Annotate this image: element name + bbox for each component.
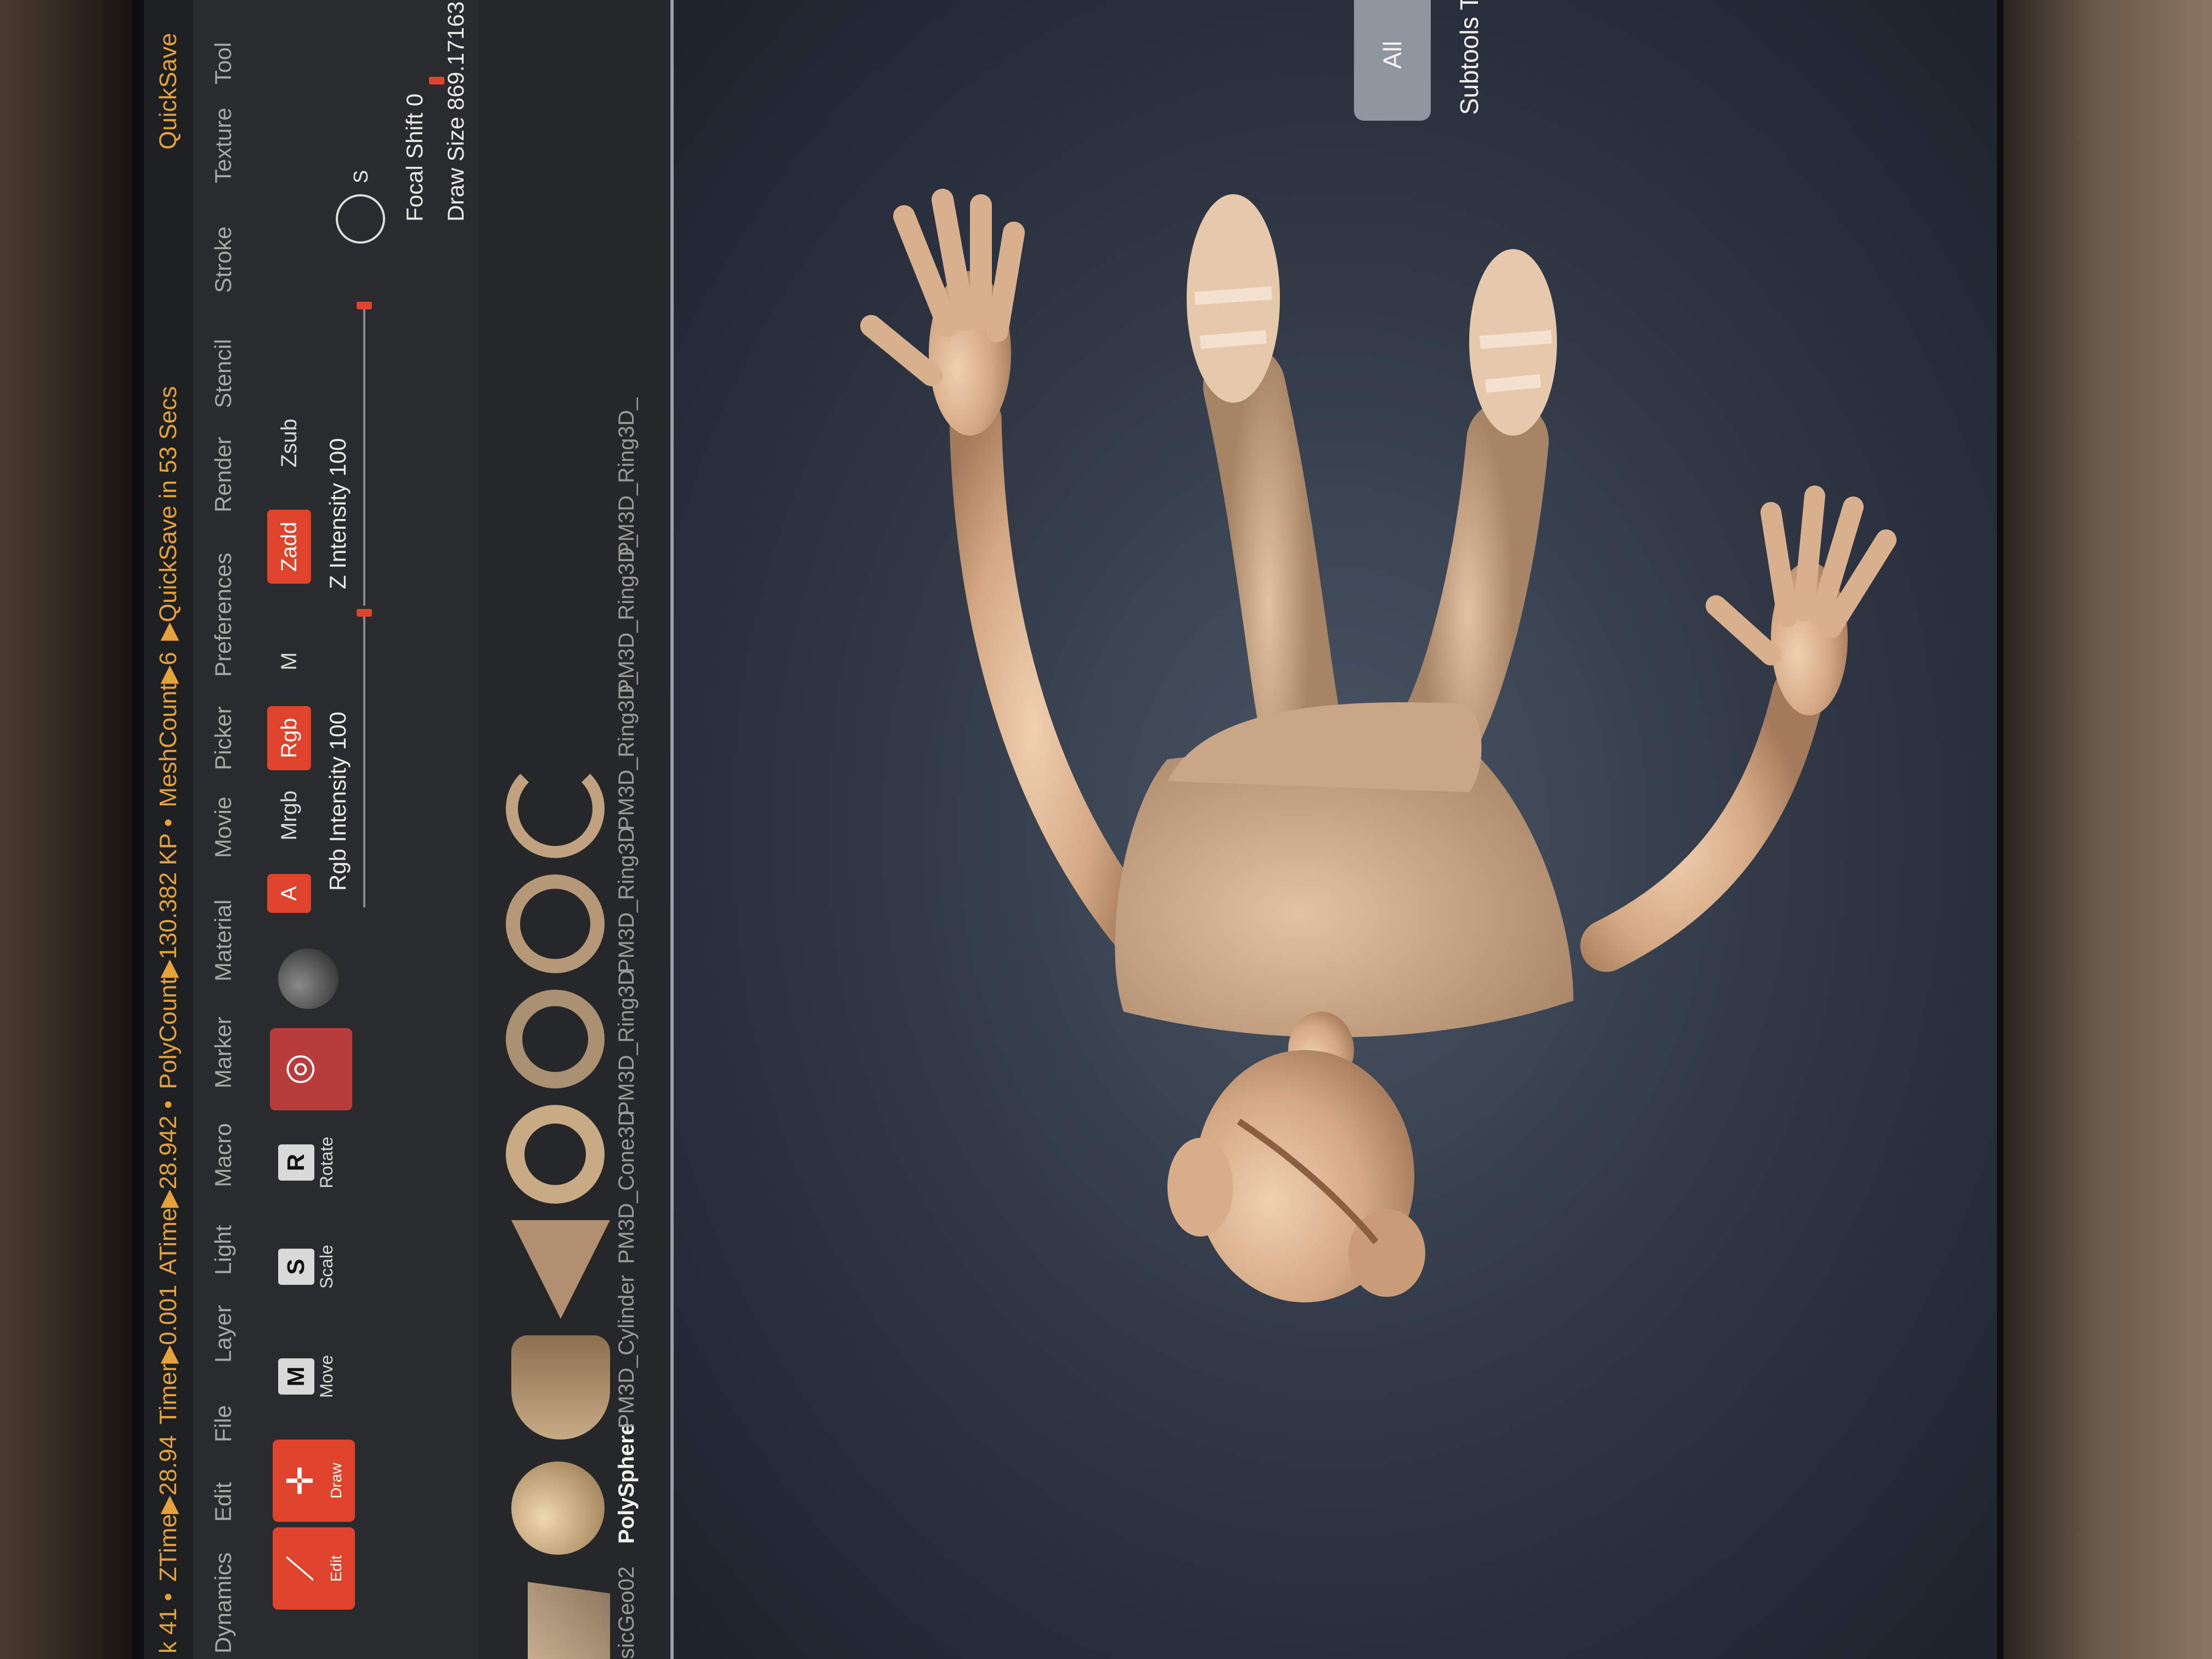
rgb-toggle[interactable]: Rgb xyxy=(267,706,311,770)
edit-label: Edit xyxy=(328,1555,345,1582)
ring-thumbnail-3[interactable] xyxy=(506,874,605,973)
scale-icon: S xyxy=(278,1249,314,1285)
s-label: S xyxy=(349,170,372,183)
lightbox-icon[interactable] xyxy=(336,194,385,244)
mrgb-toggle[interactable]: Mrgb xyxy=(267,778,311,853)
menu-macro[interactable]: Macro xyxy=(193,1123,253,1187)
cone-thumbnail[interactable] xyxy=(511,1220,610,1319)
move-icon: M xyxy=(278,1358,314,1395)
menu-material[interactable]: Material xyxy=(193,900,253,981)
menu-marker[interactable]: Marker xyxy=(193,1017,253,1088)
subtool-name[interactable]: PM3D_Ring3D xyxy=(605,827,648,973)
scale-label: Scale xyxy=(317,1244,336,1289)
rotate-mode-button[interactable]: R Rotate xyxy=(273,1121,355,1204)
menu-picker[interactable]: Picker xyxy=(193,706,253,770)
menu-movie[interactable]: Movie xyxy=(193,797,253,858)
rgb-intensity-slider[interactable] xyxy=(363,611,365,907)
sculpted-character xyxy=(860,189,1897,1302)
polysphere-thumbnail[interactable] xyxy=(511,1462,605,1555)
menu-render[interactable]: Render xyxy=(193,437,253,512)
status-timer: Timer▶0.001 xyxy=(155,1284,182,1425)
ring-thumbnail-4[interactable] xyxy=(506,759,605,858)
subtool-name[interactable]: PM3D_Ring3D_ xyxy=(605,672,648,831)
draw-icon: ✛ xyxy=(280,1465,320,1496)
z-intensity-label: Z Intensity 100 xyxy=(325,438,351,589)
focal-shift-knob[interactable] xyxy=(429,77,444,84)
menu-light[interactable]: Light xyxy=(193,1225,253,1275)
draw-mode-button[interactable]: ✛ Draw xyxy=(273,1440,355,1522)
canvas-viewport[interactable]: All Subtools T xyxy=(670,0,1997,1659)
zsub-toggle[interactable]: Zsub xyxy=(267,407,311,479)
draw-size-label: Draw Size 869.17163 xyxy=(443,1,469,222)
all-subtools-button[interactable]: All Subtools T xyxy=(1354,0,1483,121)
status-ztime: ZTime▶28.94 xyxy=(155,1435,182,1582)
brush-button[interactable]: ◎ xyxy=(270,1028,352,1110)
brush-icon: ◎ xyxy=(277,1053,318,1085)
a-toggle[interactable]: A xyxy=(267,874,311,913)
subtool-name[interactable]: PM3D_Ring3D_ xyxy=(605,398,648,556)
rotate-icon: R xyxy=(278,1144,314,1181)
z-intensity-knob[interactable] xyxy=(357,302,372,309)
z-intensity-slider[interactable] xyxy=(363,304,365,606)
room-background-right xyxy=(2004,0,2212,1659)
menu-tool[interactable]: Tool xyxy=(193,42,253,84)
cylinder-thumbnail[interactable] xyxy=(511,1335,610,1440)
focal-shift-label: Focal Shift 0 xyxy=(402,93,427,222)
menu-edit[interactable]: Edit xyxy=(193,1482,253,1522)
status-item: k 41 • xyxy=(155,1593,182,1654)
menu-texture[interactable]: Texture xyxy=(193,108,253,183)
subtool-names: sicGeo02 PolySphere PM3D_Cylinder PM3D_C… xyxy=(605,0,648,1659)
quicksave-button[interactable]: QuickSave xyxy=(144,33,193,150)
scale-mode-button[interactable]: S Scale xyxy=(273,1226,355,1308)
menu-file[interactable]: File xyxy=(193,1405,253,1442)
menu-stencil[interactable]: Stencil xyxy=(193,339,253,408)
menu-dynamics[interactable]: Dynamics xyxy=(193,1553,253,1654)
edit-mode-button[interactable]: ⟋ Edit xyxy=(273,1527,355,1610)
move-mode-button[interactable]: M Move xyxy=(273,1335,355,1418)
subtool-name[interactable]: sicGeo02 xyxy=(605,1566,648,1659)
menu-preferences[interactable]: Preferences xyxy=(193,553,253,677)
status-polycount: PolyCount▶130.382 KP • xyxy=(155,818,182,1090)
room-background-left xyxy=(0,0,132,1659)
status-atime: ATime▶28.942 • xyxy=(155,1100,182,1276)
ring-thumbnail-1[interactable] xyxy=(506,1105,605,1204)
menu-layer[interactable]: Layer xyxy=(193,1305,253,1363)
draw-label: Draw xyxy=(328,1463,345,1499)
subtool-name[interactable]: PM3D_Ring3D xyxy=(605,969,648,1116)
rgb-intensity-knob[interactable] xyxy=(357,609,372,617)
toolbar: ⟋ Edit ✛ Draw M Move S Scale R Rotate ◎ xyxy=(253,0,478,1659)
move-label: Move xyxy=(317,1355,336,1398)
edit-icon: ⟋ xyxy=(280,1555,320,1582)
zadd-toggle[interactable]: Zadd xyxy=(267,509,311,584)
menu-stroke[interactable]: Stroke xyxy=(193,227,253,293)
m-toggle[interactable]: M xyxy=(267,640,311,682)
subtool-name[interactable]: PM3D_Cylinder xyxy=(605,1275,648,1429)
status-quicksave-timer: ▶QuickSave in 53 Secs xyxy=(155,386,182,641)
status-meshcount: MeshCount▶6 xyxy=(155,652,182,808)
subtool-name-selected[interactable]: PolySphere xyxy=(605,1423,648,1544)
rgb-intensity-label: Rgb Intensity 100 xyxy=(325,712,351,891)
zbrush-window: k 41 • ZTime▶28.94 Timer▶0.001 ATime▶28.… xyxy=(144,0,1997,1659)
rotate-label: Rotate xyxy=(317,1136,336,1189)
subtool-name[interactable]: PM3D_Ring3D_ xyxy=(605,535,648,693)
status-bar: k 41 • ZTime▶28.94 Timer▶0.001 ATime▶28.… xyxy=(144,0,193,1659)
cube-thumbnail[interactable] xyxy=(528,1582,610,1659)
menu-bar: Dynamics Edit File Layer Light Macro Mar… xyxy=(193,0,253,1659)
ring-thumbnail-2[interactable] xyxy=(506,990,605,1088)
monitor-screen: k 41 • ZTime▶28.94 Timer▶0.001 ATime▶28.… xyxy=(144,0,1997,1659)
material-icon[interactable] xyxy=(278,949,338,1009)
subtool-name[interactable]: PM3D_Cone3D xyxy=(605,1110,648,1264)
